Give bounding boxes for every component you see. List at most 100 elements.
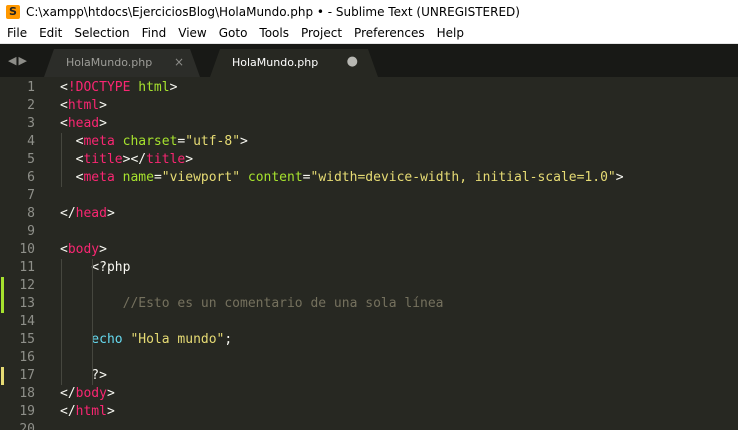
code-token: title — [146, 152, 186, 167]
code-line[interactable]: 14 — [0, 313, 738, 331]
code-line[interactable]: 6 <meta name="viewport" content="width=d… — [0, 169, 738, 187]
code-token: !DOCTYPE — [67, 80, 131, 95]
line-number: 15 — [19, 332, 35, 347]
code-token: //Esto es un comentario de una sola líne… — [60, 296, 444, 311]
code-token: = — [302, 170, 311, 185]
code-token: < — [60, 170, 84, 185]
code-line[interactable]: 7 — [0, 187, 738, 205]
indent-guide — [61, 277, 62, 295]
code-line[interactable]: 16 — [0, 349, 738, 367]
menu-find[interactable]: Find — [136, 26, 173, 40]
code-line[interactable]: 19 </html> — [0, 403, 738, 421]
code-line[interactable]: 2 <html> — [0, 97, 738, 115]
code-editor[interactable]: 1 <!DOCTYPE html> 2 <html> 3 <head> 4 <meta ch… — [0, 77, 738, 430]
code-line[interactable]: 17 ?> — [0, 367, 738, 385]
code-line[interactable]: 11 <?php — [0, 259, 738, 277]
code-token: "utf-8" — [185, 134, 241, 149]
code-token: head — [67, 116, 100, 131]
code-token: body — [75, 386, 107, 401]
code-token: head — [75, 206, 107, 221]
indent-guide — [61, 169, 62, 187]
line-number: 18 — [19, 386, 35, 401]
code-text: ?> — [60, 367, 107, 385]
code-line[interactable]: 18 </body> — [0, 385, 738, 403]
indent-guide — [61, 133, 62, 151]
code-token: ></ — [122, 152, 147, 167]
code-token: ?> — [60, 368, 107, 383]
menu-project[interactable]: Project — [295, 26, 348, 40]
code-text: <meta name="viewport" content="width=dev… — [60, 169, 624, 187]
indent-guide — [61, 367, 62, 385]
code-token: charset — [122, 134, 178, 149]
unsaved-dot-icon[interactable]: ● — [347, 54, 358, 69]
tab-nav-arrows-icon[interactable]: ◀▶ — [8, 54, 29, 67]
menu-bar: File Edit Selection Find View Goto Tools Projec… — [0, 23, 738, 44]
code-token: <?php — [60, 260, 131, 275]
code-token: title — [83, 152, 123, 167]
window-title: C:\xampp\htdocs\EjerciciosBlog\HolaMundo… — [26, 4, 520, 19]
code-line[interactable]: 1 <!DOCTYPE html> — [0, 79, 738, 97]
code-token: > — [106, 206, 115, 221]
line-number: 7 — [27, 188, 35, 203]
code-token: </ — [60, 386, 76, 401]
code-line[interactable]: 9 — [0, 223, 738, 241]
menu-help[interactable]: Help — [431, 26, 470, 40]
code-line[interactable]: 5 <title></title> — [0, 151, 738, 169]
menu-file[interactable]: File — [0, 26, 33, 40]
line-number: 11 — [19, 260, 35, 275]
code-token: "viewport" — [161, 170, 241, 185]
code-text: <body> — [60, 241, 107, 259]
code-text: <html> — [60, 97, 107, 115]
code-token: < — [60, 80, 68, 95]
code-token: "Hola mundo" — [130, 332, 225, 347]
code-text: </head> — [60, 205, 115, 223]
code-text: //Esto es un comentario de una sola líne… — [60, 295, 444, 313]
tab-holamundo-inactive[interactable]: HolaMundo.php × — [44, 49, 200, 77]
indent-guide — [61, 349, 62, 367]
tab-holamundo-active[interactable]: HolaMundo.php ● — [210, 49, 378, 77]
code-line[interactable]: 12 — [0, 277, 738, 295]
indent-guide — [92, 313, 94, 331]
code-line[interactable]: 3 <head> — [0, 115, 738, 133]
code-token: < — [60, 242, 68, 257]
indent-guide — [61, 259, 62, 277]
code-token: echo — [60, 332, 123, 347]
menu-goto[interactable]: Goto — [213, 26, 254, 40]
code-line[interactable]: 15 echo "Hola mundo"; — [0, 331, 738, 349]
code-token: > — [99, 116, 107, 131]
line-number: 13 — [19, 296, 35, 311]
code-token: "width=device-width, initial-scale=1.0" — [310, 170, 616, 185]
code-token: </ — [60, 206, 76, 221]
indent-guide — [92, 295, 94, 313]
tab-close-icon[interactable]: × — [174, 55, 184, 69]
indent-guide — [61, 331, 62, 349]
line-number: 14 — [19, 314, 35, 329]
menu-view[interactable]: View — [172, 26, 212, 40]
code-text: <head> — [60, 115, 107, 133]
code-token: content — [247, 170, 303, 185]
menu-tools[interactable]: Tools — [253, 26, 295, 40]
menu-edit[interactable]: Edit — [33, 26, 68, 40]
indent-guide — [92, 259, 94, 277]
indent-guide — [61, 151, 62, 169]
line-number: 17 — [19, 368, 35, 383]
code-line[interactable]: 8 </head> — [0, 205, 738, 223]
code-text: </body> — [60, 385, 115, 403]
tab-bar: ◀▶ HolaMundo.php × HolaMundo.php ● — [0, 44, 738, 77]
code-line[interactable]: 4 <meta charset="utf-8"> — [0, 133, 738, 151]
menu-preferences[interactable]: Preferences — [348, 26, 431, 40]
indent-guide — [92, 349, 94, 367]
code-token: body — [67, 242, 100, 257]
line-number: 5 — [27, 152, 35, 167]
line-number: 12 — [19, 278, 35, 293]
line-number: 3 — [27, 116, 35, 131]
code-line[interactable]: 10 <body> — [0, 241, 738, 259]
line-number: 4 — [27, 134, 35, 149]
menu-selection[interactable]: Selection — [68, 26, 135, 40]
code-token: html — [67, 98, 100, 113]
code-token: </ — [60, 404, 76, 419]
code-line[interactable]: 13 //Esto es un comentario de una sola l… — [0, 295, 738, 313]
